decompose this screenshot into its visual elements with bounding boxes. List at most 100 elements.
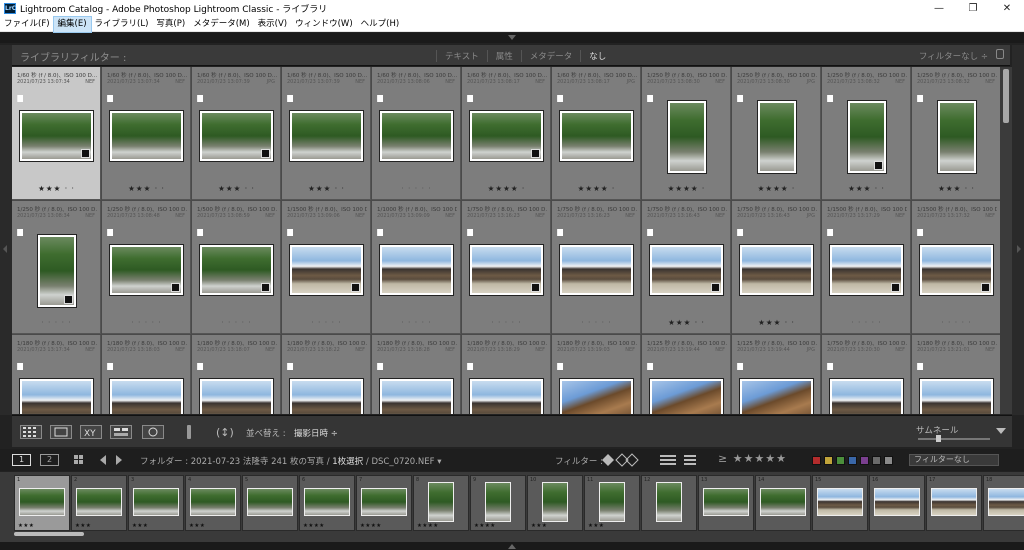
filmstrip-thumbnail[interactable]: 16 <box>869 475 925 531</box>
photo-thumbnail[interactable] <box>469 110 544 162</box>
filmstrip-thumbnail[interactable]: 17 <box>926 475 982 531</box>
photo-thumbnail[interactable] <box>199 110 274 162</box>
star-rating[interactable]: ★★★ · · <box>192 184 281 193</box>
flag-icon[interactable] <box>647 229 653 236</box>
lock-icon[interactable] <box>996 49 1004 59</box>
star-rating[interactable]: · · · · · <box>462 318 551 327</box>
flag-icon[interactable] <box>287 363 293 370</box>
grid-cell[interactable]: 1/60 秒 (f / 8.0)、ISO 100 D... 2021/07/23 … <box>282 67 371 200</box>
photo-thumbnail[interactable] <box>559 378 634 414</box>
photo-thumbnail[interactable] <box>379 110 454 162</box>
star-rating[interactable]: ★★★ · · <box>102 184 191 193</box>
photo-thumbnail[interactable] <box>109 378 184 414</box>
grid-cell[interactable]: 1/60 秒 (f / 8.0)、ISO 100 D... 2021/07/23 … <box>102 67 191 200</box>
color-label-swatch[interactable] <box>836 456 845 465</box>
flag-filter-icons[interactable] <box>600 453 700 467</box>
photo-thumbnail[interactable] <box>559 110 634 162</box>
menu-item[interactable]: ライブラリ(L) <box>91 17 153 32</box>
grid-cell[interactable]: 1/750 秒 (f / 8.0)、ISO 100 D... 2021/07/23… <box>462 201 551 334</box>
grid-cell[interactable]: 1/60 秒 (f / 8.0)、ISO 100 D... 2021/07/23 … <box>372 67 461 200</box>
flag-icon[interactable] <box>107 95 113 102</box>
menu-item[interactable]: 表示(V) <box>254 17 291 32</box>
grid-cell[interactable]: 1/180 秒 (f / 8.0)、ISO 100 D... 2021/07/23… <box>12 335 101 414</box>
flag-icon[interactable] <box>917 229 923 236</box>
grid-cell[interactable]: 1/125 秒 (f / 8.0)、ISO 100 D... 2021/07/23… <box>732 335 821 414</box>
filmstrip-thumbnail[interactable]: 12 <box>641 475 697 531</box>
filmstrip-thumbnail[interactable]: 11 ★★★ <box>584 475 640 531</box>
filmstrip-thumbnail[interactable]: 5 <box>242 475 298 531</box>
grid-cell[interactable]: 1/750 秒 (f / 8.0)、ISO 100 D... 2021/07/23… <box>552 201 641 334</box>
grid-cell[interactable]: 1/250 秒 (f / 8.0)、ISO 100 D... 2021/07/23… <box>912 67 1000 200</box>
painter-icon[interactable] <box>184 424 194 440</box>
photo-thumbnail[interactable] <box>199 244 274 296</box>
photo-thumbnail[interactable] <box>37 234 77 308</box>
flag-icon[interactable] <box>107 363 113 370</box>
grid-cell[interactable]: 1/250 秒 (f / 8.0)、ISO 100 D... 2021/07/23… <box>822 67 911 200</box>
grid-cell[interactable]: 1/60 秒 (f / 8.0)、ISO 100 D... 2021/07/23 … <box>462 67 551 200</box>
star-rating[interactable]: · · · · · <box>912 318 1000 327</box>
tab-metadata[interactable]: メタデータ <box>520 50 581 62</box>
star-rating[interactable]: · · · · · <box>282 318 371 327</box>
menu-item[interactable]: 写真(P) <box>152 17 189 32</box>
grid-cell[interactable]: 1/500 秒 (f / 8.0)、ISO 100 D... 2021/07/23… <box>192 201 281 334</box>
grid-cell[interactable]: 1/250 秒 (f / 8.0)、ISO 100 D... 2021/07/23… <box>642 67 731 200</box>
folder-info[interactable]: フォルダー : 2021-07-23 法隆寺 241 枚の写真 / 1枚選択 /… <box>140 455 442 467</box>
flag-icon[interactable] <box>377 95 383 102</box>
photo-thumbnail[interactable] <box>289 378 364 414</box>
menu-item[interactable]: 編集(E) <box>52 15 92 33</box>
filmstrip-thumbnail[interactable]: 15 <box>812 475 868 531</box>
filmstrip-thumbnail[interactable]: 10 ★★★ <box>527 475 583 531</box>
star-rating[interactable]: · · · · · <box>552 318 641 327</box>
photo-thumbnail[interactable] <box>829 378 904 414</box>
grid-cell[interactable]: 1/180 秒 (f / 8.0)、ISO 100 D... 2021/07/23… <box>192 335 281 414</box>
photo-thumbnail[interactable] <box>649 378 724 414</box>
photo-thumbnail[interactable] <box>937 100 977 174</box>
grid-cell[interactable]: 1/1000 秒 (f / 8.0)、ISO 100 D... 2021/07/2… <box>372 201 461 334</box>
photo-thumbnail[interactable] <box>379 244 454 296</box>
star-rating[interactable]: ★★★★ · <box>462 184 551 193</box>
menu-item[interactable]: ウィンドウ(W) <box>291 17 357 32</box>
filmstrip-thumbnail[interactable]: 14 <box>755 475 811 531</box>
grid-cell[interactable]: 1/180 秒 (f / 8.0)、ISO 100 D... 2021/07/23… <box>102 335 191 414</box>
filmstrip-thumbnail[interactable]: 7 ★★★★ <box>356 475 412 531</box>
star-rating[interactable]: ★★★ · · <box>912 184 1000 193</box>
grid-cell[interactable]: 1/60 秒 (f / 8.0)、ISO 100 D... 2021/07/23 … <box>12 67 101 200</box>
star-rating[interactable]: · · · · · <box>822 318 911 327</box>
star-rating[interactable]: ★★★ · · <box>282 184 371 193</box>
compare-view-button[interactable]: XY <box>80 425 102 439</box>
grid-cell[interactable]: 1/180 秒 (f / 8.0)、ISO 100 D... 2021/07/23… <box>462 335 551 414</box>
photo-thumbnail[interactable] <box>379 378 454 414</box>
photo-thumbnail[interactable] <box>289 110 364 162</box>
star-rating[interactable]: ★★★★ · <box>552 184 641 193</box>
color-label-swatch[interactable] <box>812 456 821 465</box>
photo-thumbnail[interactable] <box>469 378 544 414</box>
loupe-view-button[interactable] <box>50 425 72 439</box>
grid-cell[interactable]: 1/180 秒 (f / 8.0)、ISO 100 D... 2021/07/23… <box>912 335 1000 414</box>
left-panel-toggle[interactable] <box>0 45 12 415</box>
flag-icon[interactable] <box>197 229 203 236</box>
grid-cell[interactable]: 1/250 秒 (f / 8.0)、ISO 100 D... 2021/07/23… <box>732 67 821 200</box>
flag-icon[interactable] <box>647 363 653 370</box>
flag-icon[interactable] <box>287 229 293 236</box>
photo-thumbnail[interactable] <box>829 244 904 296</box>
photo-thumbnail[interactable] <box>667 100 707 174</box>
toolbar-menu-chevron-icon[interactable] <box>996 428 1006 434</box>
tab-text[interactable]: テキスト <box>436 50 487 62</box>
flag-icon[interactable] <box>467 95 473 102</box>
photo-thumbnail[interactable] <box>289 244 364 296</box>
flag-icon[interactable] <box>917 363 923 370</box>
grid-cell[interactable]: 1/1500 秒 (f / 8.0)、ISO 100 D... 2021/07/2… <box>912 201 1000 334</box>
filter-preset-dropdown[interactable]: フィルターなし ÷ <box>919 50 988 62</box>
filmstrip-thumbnail[interactable]: 6 ★★★★ <box>299 475 355 531</box>
grid-cell[interactable]: 1/250 秒 (f / 8.0)、ISO 100 D... 2021/07/23… <box>102 201 191 334</box>
grid-scrollbar[interactable] <box>1000 67 1012 414</box>
flag-icon[interactable] <box>377 363 383 370</box>
photo-thumbnail[interactable] <box>109 110 184 162</box>
maximize-button[interactable]: ❐ <box>956 0 990 17</box>
flag-icon[interactable] <box>827 95 833 102</box>
grid-cell[interactable]: 1/60 秒 (f / 8.0)、ISO 100 D... 2021/07/23 … <box>552 67 641 200</box>
grid-cell[interactable]: 1/750 秒 (f / 8.0)、ISO 100 D... 2021/07/23… <box>732 201 821 334</box>
photo-thumbnail[interactable] <box>847 100 887 174</box>
grid-cell[interactable]: 1/180 秒 (f / 8.0)、ISO 100 D... 2021/07/23… <box>372 335 461 414</box>
grid-cell[interactable]: 1/180 秒 (f / 8.0)、ISO 100 D... 2021/07/23… <box>552 335 641 414</box>
